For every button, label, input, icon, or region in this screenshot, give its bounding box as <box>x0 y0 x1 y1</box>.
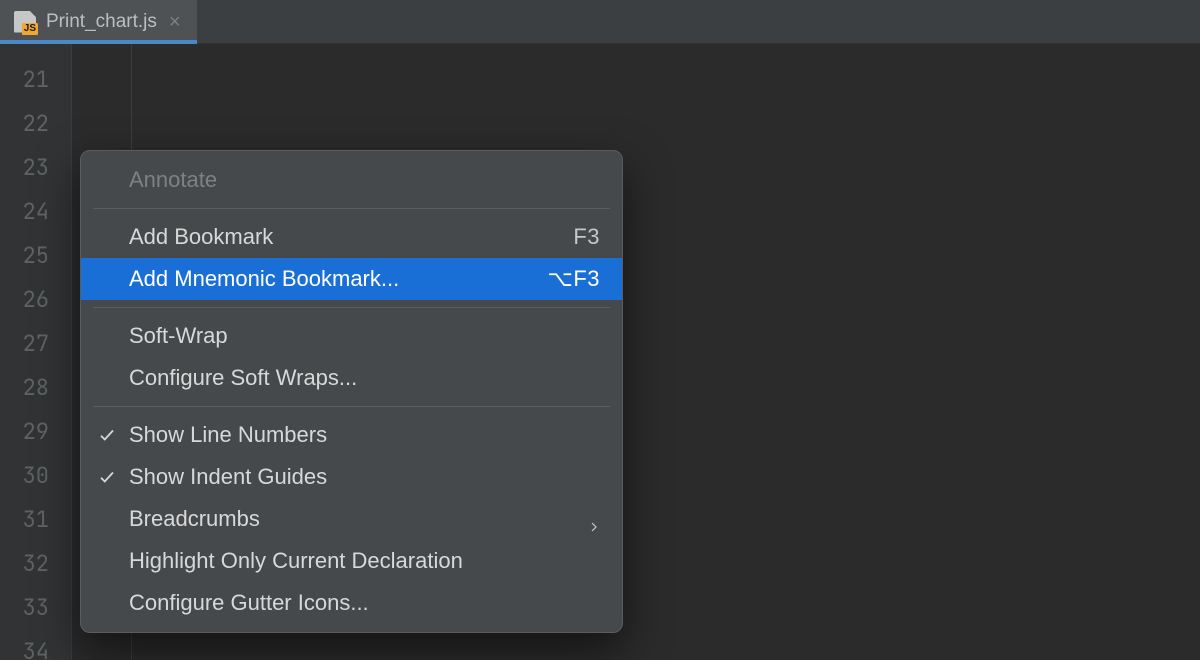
menu-item-label: Show Line Numbers <box>129 422 327 448</box>
menu-item-label: Configure Soft Wraps... <box>129 365 357 391</box>
line-number[interactable]: 26 <box>0 278 71 322</box>
check-icon <box>97 467 117 487</box>
tab-strip: JS Print_chart.js × <box>0 0 1200 44</box>
js-file-icon: JS <box>14 11 36 33</box>
menu-item-breadcrumbs[interactable]: Breadcrumbs <box>81 498 622 540</box>
context-menu: Annotate Add Bookmark F3 Add Mnemonic Bookm… <box>80 150 623 633</box>
line-number[interactable]: 28 <box>0 366 71 410</box>
check-icon <box>97 425 117 445</box>
menu-item-annotate: Annotate <box>81 159 622 201</box>
line-number[interactable]: 23 <box>0 146 71 190</box>
menu-item-configure-gutter-icons[interactable]: Configure Gutter Icons... <box>81 582 622 624</box>
line-number[interactable]: 30 <box>0 454 71 498</box>
menu-item-label: Add Mnemonic Bookmark... <box>129 266 399 292</box>
menu-item-label: Annotate <box>129 167 217 193</box>
chevron-right-icon <box>588 513 600 525</box>
menu-item-label: Highlight Only Current Declaration <box>129 548 463 574</box>
menu-separator <box>93 406 610 407</box>
menu-item-label: Show Indent Guides <box>129 464 327 490</box>
line-number[interactable]: 33 <box>0 586 71 630</box>
line-number[interactable]: 25 <box>0 234 71 278</box>
line-number[interactable]: 24 <box>0 190 71 234</box>
line-number[interactable]: 32 <box>0 542 71 586</box>
line-number[interactable]: 21 <box>0 58 71 102</box>
menu-item-configure-soft-wraps[interactable]: Configure Soft Wraps... <box>81 357 622 399</box>
line-number[interactable]: 22 <box>0 102 71 146</box>
menu-item-show-indent-guides[interactable]: Show Indent Guides <box>81 456 622 498</box>
menu-item-highlight-only-current-declaration[interactable]: Highlight Only Current Declaration <box>81 540 622 582</box>
menu-separator <box>93 208 610 209</box>
line-number[interactable]: 34 <box>0 630 71 660</box>
menu-item-shortcut: ⌥F3 <box>547 266 600 292</box>
menu-separator <box>93 307 610 308</box>
tab-filename: Print_chart.js <box>46 11 157 33</box>
menu-item-show-line-numbers[interactable]: Show Line Numbers <box>81 414 622 456</box>
menu-item-shortcut: F3 <box>573 224 600 250</box>
menu-item-label: Add Bookmark <box>129 224 273 250</box>
gutter[interactable]: 2122232425262728293031323334 <box>0 44 72 660</box>
line-number[interactable]: 31 <box>0 498 71 542</box>
menu-item-add-mnemonic-bookmark[interactable]: Add Mnemonic Bookmark... ⌥F3 <box>81 258 622 300</box>
menu-item-add-bookmark[interactable]: Add Bookmark F3 <box>81 216 622 258</box>
menu-item-soft-wrap[interactable]: Soft-Wrap <box>81 315 622 357</box>
close-icon[interactable]: × <box>167 12 183 32</box>
tab-print-chart[interactable]: JS Print_chart.js × <box>0 0 197 43</box>
line-number[interactable]: 29 <box>0 410 71 454</box>
menu-item-label: Breadcrumbs <box>129 506 260 532</box>
line-number[interactable]: 27 <box>0 322 71 366</box>
menu-item-label: Soft-Wrap <box>129 323 228 349</box>
menu-item-label: Configure Gutter Icons... <box>129 590 369 616</box>
